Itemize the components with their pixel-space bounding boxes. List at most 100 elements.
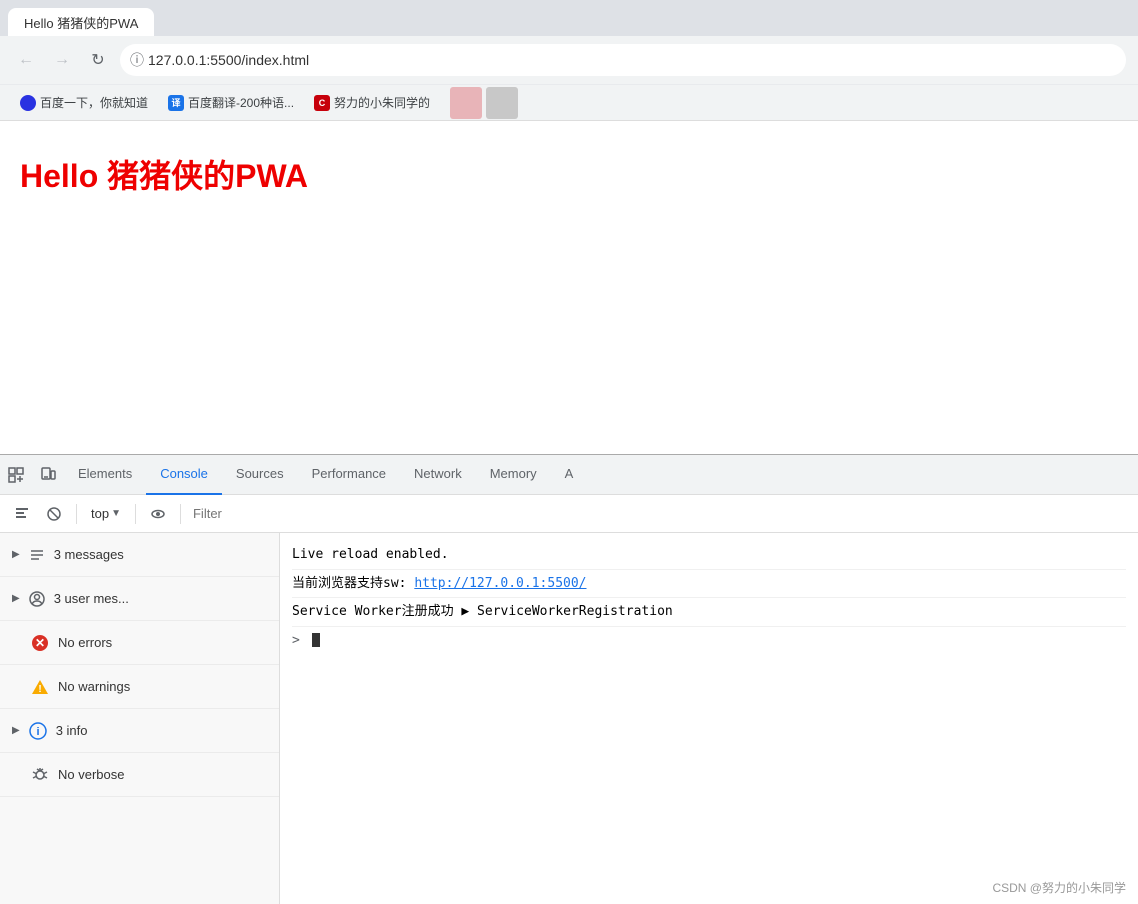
page-title: Hello 猪猪侠的PWA [20,151,1118,197]
bookmark-baidu-label: 百度一下，你就知道 [40,94,148,111]
devtools-device-button[interactable] [32,459,64,491]
back-button[interactable]: ← [12,46,40,74]
tab-network[interactable]: Network [400,455,476,495]
error-circle-icon: ✕ [31,634,49,652]
tab-console-label: Console [160,466,208,481]
address-bar-wrapper: ⓘ [120,44,1126,76]
bug-icon [31,766,49,784]
bookmark-img2[interactable] [486,87,518,119]
console-prompt-row[interactable]: > [292,627,1126,655]
console-entry-3: Service Worker注册成功 ▶ ServiceWorkerRegist… [292,598,1126,627]
context-selector-arrow: ▼ [111,508,121,519]
list-icon [29,547,45,563]
tab-more[interactable]: A [551,455,588,495]
warning-triangle-icon: ! [31,678,49,696]
bookmark-baidu[interactable]: 百度一下，你就知道 [12,92,156,113]
devtools-toolbar: top ▼ [0,495,1138,533]
eye-icon [151,507,165,521]
address-bar-row: ← → ↻ ⓘ [0,36,1138,84]
warning-icon: ! [30,677,50,697]
messages-icon [28,546,46,564]
console-entry-2-link[interactable]: http://127.0.0.1:5500/ [414,576,586,591]
verbose-label: No verbose [58,767,267,782]
toolbar-divider-3 [180,504,181,524]
user-icon [28,590,46,608]
tab-network-label: Network [414,466,462,481]
clear-icon [15,507,29,521]
bookmark-translate[interactable]: 译 百度翻译-200种语... [160,92,302,113]
svg-text:!: ! [38,684,41,695]
verbose-icon [30,765,50,785]
bookmarks-bar: 百度一下，你就知道 译 百度翻译-200种语... C 努力的小朱同学的 [0,84,1138,120]
console-entry-1-text: Live reload enabled. [292,547,449,562]
context-selector-label: top [91,506,109,521]
bookmark-csdn[interactable]: C 努力的小朱同学的 [306,92,438,113]
console-prompt-symbol: > [292,633,300,648]
bookmark-img1[interactable] [450,87,482,119]
warnings-label: No warnings [58,679,267,694]
sidebar-item-info[interactable]: ▶ i 3 info [0,709,279,753]
csdn-icon: C [314,95,330,111]
tab-memory[interactable]: Memory [476,455,551,495]
browser-tab[interactable]: Hello 猪猪侠的PWA [8,8,154,36]
context-selector[interactable]: top ▼ [85,504,127,523]
user-messages-arrow: ▶ [12,593,20,604]
device-icon [40,467,56,483]
console-entry-3-text: Service Worker注册成功 ▶ ServiceWorkerRegist… [292,604,673,619]
block-requests-button[interactable] [40,500,68,528]
info-label: 3 info [56,723,267,738]
user-messages-label: 3 user mes... [54,591,267,606]
clear-console-button[interactable] [8,500,36,528]
tab-performance-label: Performance [312,466,386,481]
baidu-icon [20,95,36,111]
console-entry-1: Live reload enabled. [292,541,1126,570]
devtools-main: ▶ 3 messages ▶ [0,533,1138,904]
devtools-tabs-row: Elements Console Sources Performance Net… [0,455,1138,495]
tab-more-label: A [565,466,574,481]
console-entry-2-prefix: 当前浏览器支持sw: [292,576,414,591]
devtools-inspect-button[interactable] [0,459,32,491]
sidebar-item-warnings[interactable]: ! No warnings [0,665,279,709]
info-arrow: ▶ [12,725,20,736]
info-circle-icon: i [29,722,47,740]
messages-arrow: ▶ [12,549,20,560]
sidebar-item-errors[interactable]: ✕ No errors [0,621,279,665]
bookmark-translate-label: 百度翻译-200种语... [188,94,294,111]
console-output[interactable]: Live reload enabled. 当前浏览器支持sw: http://1… [280,533,1138,904]
toolbar-divider-2 [135,504,136,524]
sidebar-item-user-messages[interactable]: ▶ 3 user mes... [0,577,279,621]
console-entry-2: 当前浏览器支持sw: http://127.0.0.1:5500/ [292,570,1126,599]
svg-text:✕: ✕ [35,636,45,650]
svg-text:i: i [36,726,39,738]
tab-console[interactable]: Console [146,455,222,495]
reload-button[interactable]: ↻ [84,46,112,74]
tab-elements-label: Elements [78,466,132,481]
sidebar-item-messages[interactable]: ▶ 3 messages [0,533,279,577]
address-input[interactable] [120,44,1126,76]
eye-filter-button[interactable] [144,500,172,528]
tab-elements[interactable]: Elements [64,455,146,495]
tab-sources[interactable]: Sources [222,455,298,495]
sidebar-item-verbose[interactable]: No verbose [0,753,279,797]
page-content: Hello 猪猪侠的PWA [0,121,1138,371]
bookmark-csdn-label: 努力的小朱同学的 [334,94,430,111]
security-icon: ⓘ [130,50,144,70]
info-icon: i [28,721,48,741]
messages-label: 3 messages [54,547,267,562]
tab-sources-label: Sources [236,466,284,481]
devtools-panel: Elements Console Sources Performance Net… [0,454,1138,904]
tab-memory-label: Memory [490,466,537,481]
errors-label: No errors [58,635,267,650]
console-cursor [312,633,320,647]
tab-label: Hello 猪猪侠的PWA [24,13,138,32]
devtools-sidebar: ▶ 3 messages ▶ [0,533,280,904]
tab-performance[interactable]: Performance [298,455,400,495]
error-icon: ✕ [30,633,50,653]
watermark: CSDN @努力的小朱同学 [992,879,1126,896]
forward-button[interactable]: → [48,46,76,74]
user-circle-icon [29,591,45,607]
browser-chrome: Hello 猪猪侠的PWA ← → ↻ ⓘ 百度一下，你就知道 译 百度翻译-2… [0,0,1138,121]
block-icon [47,507,61,521]
tab-bar: Hello 猪猪侠的PWA [0,0,1138,36]
filter-input[interactable] [189,504,1130,523]
